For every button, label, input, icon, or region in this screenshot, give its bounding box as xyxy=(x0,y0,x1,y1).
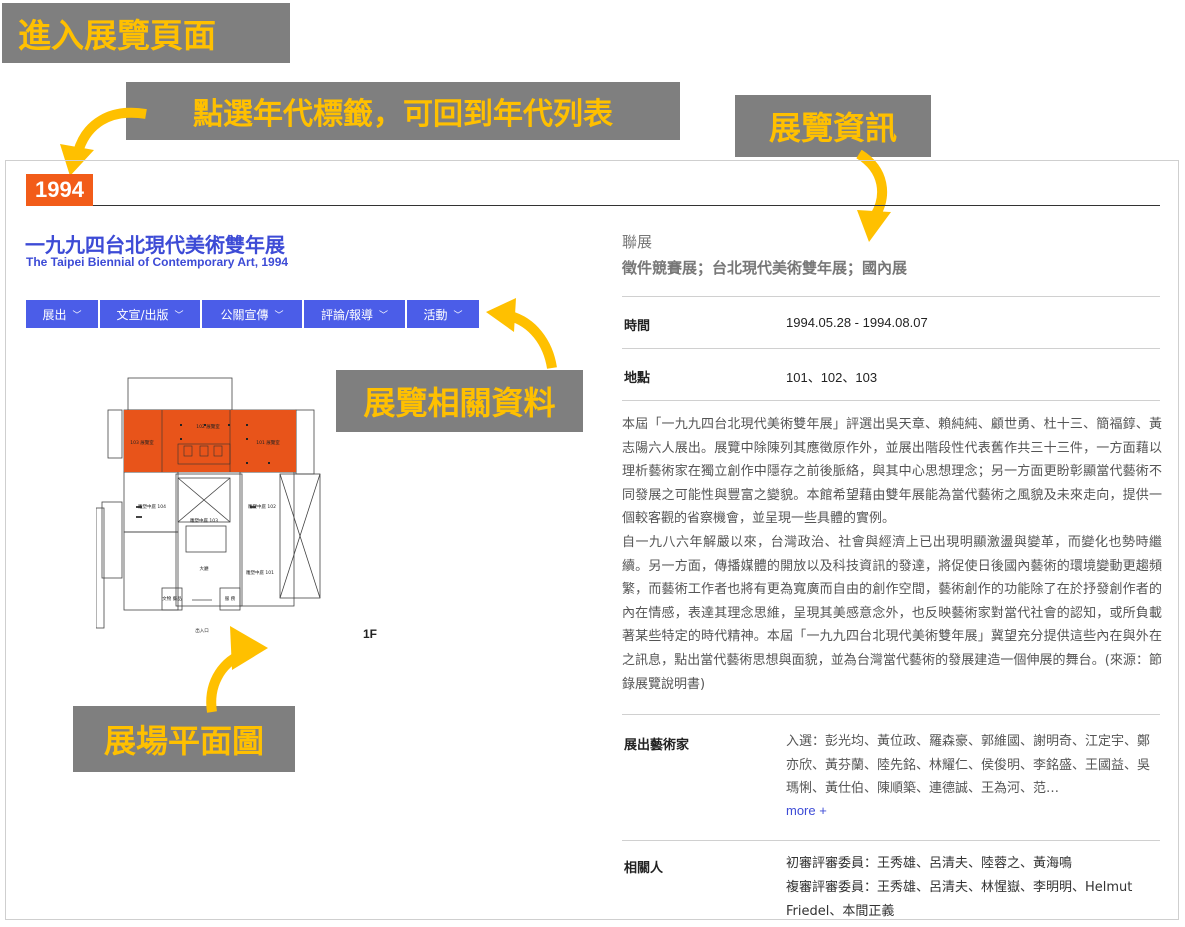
room-102b-label: 雕塑中庭 102 xyxy=(248,503,276,510)
room-103b-label: 雕塑中庭 103 xyxy=(190,517,218,524)
annotation-exhibition-info: 展覽資訊 xyxy=(735,95,931,157)
exhibition-description: 本屆「一九九四台北現代美術雙年展」評選出吳天章、賴純純、顧世勇、杜十三、簡福錞、… xyxy=(622,413,1162,696)
annotation-enter-page: 進入展覽頁面 xyxy=(2,3,290,63)
time-value: 1994.05.28 - 1994.08.07 xyxy=(786,315,928,330)
more-artists-link[interactable]: more + xyxy=(786,803,827,818)
divider xyxy=(622,296,1160,297)
floor-plan-map[interactable]: 102 展覽室 103 展覽室 101 展覽室 雕塑中庭 104 雕塑中庭 10… xyxy=(96,376,321,644)
service-label: 服 務 xyxy=(225,595,236,602)
nav-label: 展出 xyxy=(42,307,67,322)
divider xyxy=(622,714,1160,715)
floor-label: 1F xyxy=(363,627,378,641)
exhibition-title-zh: 一九九四台北現代美術雙年展 xyxy=(25,233,285,257)
artists-value: 入選：彭光均、黃位政、羅森豪、郭維國、謝明奇、江定宇、鄭亦欣、黃芬蘭、陸先銘、林… xyxy=(786,734,1151,797)
people-line-2: 複審評審委員：王秀雄、呂清夫、林惺嶽、李明明、Helmut Friedel、本間… xyxy=(786,880,1133,919)
description-paragraph-2: 自一九八六年解嚴以來，台灣政治、社會與經濟上已出現明顯激盪與變革，而變化也勢時繼… xyxy=(622,534,1162,692)
people-value: 初審評審委員：王秀雄、呂清夫、陸蓉之、黃海鳴 複審評審委員：王秀雄、呂清夫、林惺… xyxy=(786,852,1166,924)
divider xyxy=(622,840,1160,841)
people-label: 相關人 xyxy=(624,861,664,876)
related-materials-nav: 展出 ﹀ 文宣/出版 ﹀ 公關宣傳 ﹀ 評論/報導 ﹀ 活動 ﹀ xyxy=(26,300,479,328)
nav-label: 公關宣傳 xyxy=(220,307,269,322)
divider xyxy=(622,400,1160,401)
exhibition-title-en: The Taipei Biennial of Contemporary Art,… xyxy=(26,255,289,269)
nav-publications[interactable]: 文宣/出版 ﹀ xyxy=(100,300,200,328)
hall-label: 大廳 xyxy=(200,565,209,572)
shop-label: 文物 藝品 xyxy=(162,595,182,602)
people-line-1: 初審評審委員：王秀雄、呂清夫、陸蓉之、黃海鳴 xyxy=(786,856,1073,871)
room-101b-label: 雕塑中庭 101 xyxy=(246,569,274,576)
nav-label: 評論/報導 xyxy=(320,307,374,322)
nav-label: 活動 xyxy=(423,307,448,322)
chevron-down-icon: ﹀ xyxy=(72,310,82,321)
time-label: 時間 xyxy=(624,319,651,334)
entrance-label: 出入口 xyxy=(195,627,209,634)
nav-events[interactable]: 活動 ﹀ xyxy=(407,300,479,328)
artists-label: 展出藝術家 xyxy=(624,738,690,753)
chevron-down-icon: ﹀ xyxy=(453,310,463,321)
chevron-down-icon: ﹀ xyxy=(174,310,184,321)
chevron-down-icon: ﹀ xyxy=(274,310,284,321)
header-divider xyxy=(26,205,1160,206)
nav-pr[interactable]: 公關宣傳 ﹀ xyxy=(202,300,302,328)
room-101-label: 101 展覽室 xyxy=(256,439,280,446)
year-tag[interactable]: 1994 xyxy=(26,174,93,206)
nav-reviews[interactable]: 評論/報導 ﹀ xyxy=(304,300,405,328)
place-label: 地點 xyxy=(624,371,651,386)
room-102-label: 102 展覽室 xyxy=(196,423,220,430)
annotation-year-tag-hint: 點選年代標籤，可回到年代列表 xyxy=(126,82,680,140)
room-103-label: 103 展覽室 xyxy=(130,439,154,446)
category-primary: 聯展 xyxy=(622,233,653,251)
nav-label: 文宣/出版 xyxy=(116,307,169,322)
place-value: 101、102、103 xyxy=(786,370,878,385)
chevron-down-icon: ﹀ xyxy=(379,310,389,321)
category-tags: 徵件競賽展；台北現代美術雙年展；國內展 xyxy=(622,259,908,277)
divider xyxy=(622,348,1160,349)
nav-exhibits[interactable]: 展出 ﹀ xyxy=(26,300,98,328)
description-paragraph-1: 本屆「一九九四台北現代美術雙年展」評選出吳天章、賴純純、顧世勇、杜十三、簡福錞、… xyxy=(622,417,1162,527)
room-104-label: 雕塑中庭 104 xyxy=(138,503,166,510)
